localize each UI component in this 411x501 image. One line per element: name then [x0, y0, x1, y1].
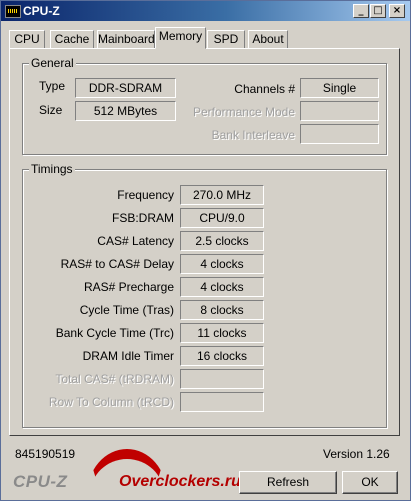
- bank-interleave-label: Bank Interleave: [211, 128, 295, 142]
- channels-value: Single: [300, 78, 379, 98]
- cycle-time-label: Cycle Time (Tras): [79, 303, 174, 317]
- tab-about[interactable]: About: [248, 30, 288, 48]
- ras-precharge-value: 4 clocks: [180, 277, 264, 297]
- row-to-column-label: Row To Column (tRCD): [48, 395, 174, 409]
- ras-precharge-label: RAS# Precharge: [83, 280, 174, 294]
- type-value: DDR-SDRAM: [75, 78, 176, 98]
- ras-to-cas-value: 4 clocks: [180, 254, 264, 274]
- refresh-button[interactable]: Refresh: [239, 471, 337, 494]
- ras-to-cas-label: RAS# to CAS# Delay: [60, 257, 174, 271]
- frequency-label: Frequency: [117, 188, 174, 202]
- fsb-dram-label: FSB:DRAM: [111, 211, 174, 225]
- dram-idle-timer-value: 16 clocks: [180, 346, 264, 366]
- timings-group-label: Timings: [29, 162, 75, 176]
- row-to-column-value: [180, 392, 264, 412]
- cas-latency-value: 2.5 clocks: [180, 231, 264, 251]
- maximize-button[interactable]: □: [370, 4, 386, 18]
- title-bar[interactable]: CPU-Z _ □ ×: [1, 1, 410, 21]
- cpuz-app-icon: [5, 5, 21, 18]
- performance-mode-label: Performance Mode: [192, 105, 295, 119]
- performance-mode-value: [300, 101, 379, 121]
- type-label: Type: [39, 79, 66, 93]
- total-cas-label: Total CAS# (tRDRAM): [55, 372, 174, 386]
- tab-mainboard[interactable]: Mainboard: [97, 30, 155, 48]
- cycle-time-value: 8 clocks: [180, 300, 264, 320]
- frequency-value: 270.0 MHz: [180, 185, 264, 205]
- tab-cache[interactable]: Cache: [50, 30, 94, 48]
- ok-button[interactable]: OK: [342, 471, 398, 494]
- size-value: 512 MBytes: [75, 101, 176, 121]
- size-label: Size: [39, 103, 63, 117]
- window-title: CPU-Z: [23, 4, 60, 18]
- cas-latency-label: CAS# Latency: [97, 234, 174, 248]
- fsb-dram-value: CPU/9.0: [180, 208, 264, 228]
- cpuz-logo: CPU-Z: [13, 472, 68, 491]
- general-group-label: General: [29, 56, 76, 70]
- tab-memory[interactable]: Memory: [155, 27, 206, 49]
- tab-cpu[interactable]: CPU: [9, 30, 45, 48]
- total-cas-value: [180, 369, 264, 389]
- memory-panel: General Type DDR-SDRAM Size 512 MBytes C…: [9, 48, 400, 436]
- bank-cycle-time-label: Bank Cycle Time (Trc): [55, 326, 174, 340]
- bank-cycle-time-value: 11 clocks: [180, 323, 264, 343]
- id-number: 845190519: [15, 447, 76, 461]
- tab-spd[interactable]: SPD: [207, 30, 245, 48]
- channels-label: Channels #: [234, 82, 295, 96]
- version-label: Version 1.26: [323, 447, 390, 461]
- bank-interleave-value: [300, 124, 379, 144]
- general-group: General Type DDR-SDRAM Size 512 MBytes C…: [22, 56, 387, 155]
- cpuz-window: CPU-Z _ □ × CPU Cache Mainboard Memory S…: [0, 0, 411, 501]
- timings-group: Timings Frequency 270.0 MHz FSB:DRAM CPU…: [22, 162, 387, 428]
- close-button[interactable]: ×: [389, 4, 405, 18]
- overclockers-logo: Overclockers.ru: [119, 473, 241, 490]
- minimize-button[interactable]: _: [353, 4, 369, 18]
- dram-idle-timer-label: DRAM Idle Timer: [82, 349, 174, 363]
